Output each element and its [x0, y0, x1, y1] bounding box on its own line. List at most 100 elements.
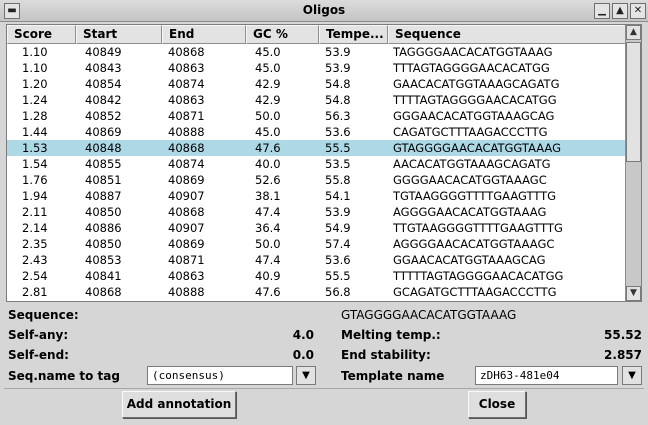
cell-temperature: 53.6	[325, 253, 351, 267]
table-row[interactable]: 1.44 40869 40888 45.0 53.6 CAGATGCTTTAAGACCCT…	[7, 124, 627, 140]
title-bar: ▬ Oligos ▁ ▲ ✕	[0, 0, 648, 22]
cell-temperature: 57.4	[325, 237, 351, 251]
cell-score: 1.44	[22, 125, 48, 139]
cell-sequence: TAGGGGAACACATGGTAAAG	[393, 45, 553, 59]
scrollbar-thumb[interactable]	[626, 42, 641, 162]
column-header-score[interactable]: Score	[7, 25, 76, 44]
scroll-up-icon[interactable]: ▲	[626, 25, 641, 40]
template-name-label: Template name	[341, 369, 445, 383]
table-row[interactable]: 2.35 40850 40869 50.0 57.4 AGGGGAACACATGGTAAA…	[7, 236, 627, 252]
vertical-scrollbar[interactable]: ▲ ▼	[625, 25, 641, 301]
table-row[interactable]: 1.20 40854 40874 42.9 54.8 GAACACATGGTAAAGCAG…	[7, 76, 627, 92]
column-header-end[interactable]: End	[162, 25, 246, 44]
cell-sequence: GCAGATGCTTTAAGACCCTTG	[393, 285, 557, 299]
cell-score: 2.86	[22, 300, 77, 301]
cell-score: 1.54	[22, 157, 48, 171]
table-row[interactable]: 1.53 40848 40868 47.6 55.5 GTAGGGGAACACATGGTA…	[7, 140, 627, 156]
window-title: Oligos	[302, 3, 346, 17]
cell-score: 2.54	[22, 269, 48, 283]
cell-score: 1.20	[22, 77, 48, 91]
seq-name-dropdown-icon[interactable]: ▼	[296, 366, 316, 385]
template-name-dropdown-icon[interactable]: ▼	[622, 366, 642, 385]
cell-sequence: CAGATGCTTTAAGACCCTTG	[393, 125, 548, 139]
maximize-icon[interactable]: ▲	[612, 3, 628, 19]
cell-temperature: 52.1	[325, 300, 385, 301]
table-row[interactable]: 2.86 40888 40907 40.0 52.1 GTAAGGGGTTTTGAAGTT…	[7, 300, 627, 301]
cell-start: 40886	[85, 221, 122, 235]
table-row[interactable]: 2.14 40886 40907 36.4 54.9 TTGTAAGGGGTTTTGAAG…	[7, 220, 627, 236]
button-bar	[4, 388, 644, 421]
cell-sequence: GGAACACATGGTAAAGCAG	[393, 253, 546, 267]
table-row[interactable]: 2.43 40853 40871 47.4 53.6 GGAACACATGGTAAAGCA…	[7, 252, 627, 268]
cell-score: 1.24	[22, 93, 48, 107]
seq-name-field[interactable]: (consensus)	[147, 366, 293, 385]
column-header-gc[interactable]: GC %	[246, 25, 319, 44]
table-body: 1.10 40849 40868 45.0 53.9 TAGGGGAACACATGGTAA…	[7, 44, 627, 301]
cell-end: 40868	[168, 45, 205, 59]
cell-sequence: AGGGGAACACATGGTAAAGC	[393, 237, 555, 251]
self-end-label: Self-end:	[8, 348, 69, 362]
cell-temperature: 55.5	[325, 141, 351, 155]
table-row[interactable]: 1.24 40842 40863 42.9 54.8 TTTTAGTAGGGGAACACA…	[7, 92, 627, 108]
oligo-table: Score Start End GC % Tempe... Sequence 1…	[6, 24, 642, 302]
close-window-icon[interactable]: ✕	[630, 3, 646, 19]
seq-name-label: Seq.name to tag	[8, 369, 120, 383]
cell-sequence: TTTTTAGTAGGGGAACACATGG	[393, 269, 564, 283]
cell-start: 40869	[85, 125, 122, 139]
end-stability-value: 2.857	[604, 348, 642, 362]
cell-end: 40888	[168, 125, 205, 139]
cell-end: 40888	[168, 285, 205, 299]
cell-score: 1.10	[22, 61, 48, 75]
table-row[interactable]: 1.10 40843 40863 45.0 53.9 TTTAGTAGGGGAACACAT…	[7, 60, 627, 76]
column-header-start[interactable]: Start	[76, 25, 162, 44]
cell-start: 40841	[85, 269, 122, 283]
cell-temperature: 56.3	[325, 109, 351, 123]
melting-temp-value: 55.52	[604, 328, 642, 342]
cell-start: 40853	[85, 253, 122, 267]
cell-sequence: GGGAACACATGGTAAAGCAG	[393, 109, 555, 123]
cell-end: 40874	[168, 157, 205, 171]
table-row[interactable]: 1.94 40887 40907 38.1 54.1 TGTAAGGGGTTTTGAAGT…	[7, 188, 627, 204]
end-stability-label: End stability:	[341, 348, 431, 362]
self-any-value: 4.0	[292, 328, 314, 342]
cell-end: 40863	[168, 93, 205, 107]
table-row[interactable]: 2.54 40841 40863 40.9 55.5 TTTTTAGTAGGGGAACAC…	[7, 268, 627, 284]
table-row[interactable]: 1.28 40852 40871 50.0 56.3 GGGAACACATGGTAAAGC…	[7, 108, 627, 124]
cell-start: 40849	[85, 45, 122, 59]
cell-end: 40863	[168, 61, 205, 75]
cell-temperature: 54.8	[325, 77, 351, 91]
cell-end: 40907	[168, 189, 205, 203]
cell-sequence: TGTAAGGGGTTTTGAAGTTTG	[393, 189, 557, 203]
cell-temperature: 54.1	[325, 189, 351, 203]
cell-temperature: 53.9	[325, 205, 351, 219]
cell-temperature: 55.5	[325, 269, 351, 283]
cell-end: 40868	[168, 205, 205, 219]
cell-gc: 50.0	[255, 109, 281, 123]
cell-temperature: 53.9	[325, 45, 351, 59]
column-header-sequence[interactable]: Sequence	[388, 25, 627, 44]
table-row[interactable]: 1.54 40855 40874 40.0 53.5 AACACATGGTAAAGCAGA…	[7, 156, 627, 172]
self-end-value: 0.0	[292, 348, 314, 362]
table-row[interactable]: 2.11 40850 40868 47.4 53.9 AGGGGAACACATGGTAAA…	[7, 204, 627, 220]
cell-gc: 47.6	[255, 285, 281, 299]
minimize-icon[interactable]: ▁	[594, 3, 610, 19]
scroll-down-icon[interactable]: ▼	[626, 286, 641, 301]
close-button[interactable]: Close	[468, 391, 526, 418]
cell-temperature: 53.6	[325, 125, 351, 139]
cell-temperature: 55.8	[325, 173, 351, 187]
column-header-temperature[interactable]: Tempe...	[319, 25, 388, 44]
cell-sequence: GTAGGGGAACACATGGTAAAG	[393, 141, 562, 155]
cell-gc: 47.4	[255, 253, 281, 267]
cell-gc: 42.9	[255, 77, 281, 91]
sequence-value: GTAGGGGAACACATGGTAAAG	[341, 308, 517, 322]
table-row[interactable]: 1.76 40851 40869 52.6 55.8 GGGGAACACATGGTAAAG…	[7, 172, 627, 188]
add-annotation-button[interactable]: Add annotation	[122, 391, 236, 418]
cell-temperature: 53.9	[325, 61, 351, 75]
table-row[interactable]: 1.10 40849 40868 45.0 53.9 TAGGGGAACACATGGTAA…	[7, 44, 627, 60]
table-row[interactable]: 2.81 40868 40888 47.6 56.8 GCAGATGCTTTAAGACCC…	[7, 284, 627, 300]
cell-temperature: 53.5	[325, 157, 351, 171]
cell-start: 40852	[85, 109, 122, 123]
cell-temperature: 56.8	[325, 285, 351, 299]
template-name-field[interactable]: zDH63-481e04	[475, 366, 618, 385]
cell-score: 2.43	[22, 253, 48, 267]
